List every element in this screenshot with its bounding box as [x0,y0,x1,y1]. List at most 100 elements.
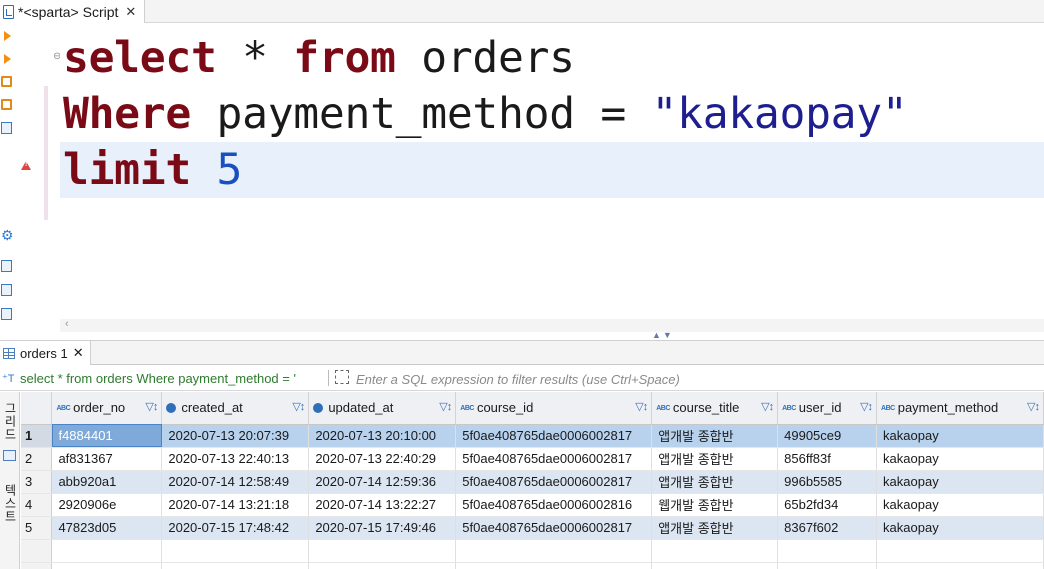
table-cell[interactable]: 2020-07-13 20:07:39 [161,424,310,448]
column-header[interactable]: ABC order_no ▽↕ [51,392,163,425]
filter-sort-icon[interactable]: ▽↕ [292,400,305,413]
scroll-left-icon[interactable]: ‹ [65,318,69,330]
empty-cell [651,562,779,569]
table-cell[interactable]: 5f0ae408765dae0006002816 [455,493,653,517]
execute-statement-new-tab-icon[interactable] [1,53,14,66]
empty-cell [161,539,310,563]
table-cell[interactable]: kakaopay [876,516,1044,540]
table-cell[interactable]: kakaopay [876,424,1044,448]
sql-script-icon [3,4,14,19]
gear-icon[interactable]: ⚙ [1,228,14,242]
executed-query-text[interactable]: select * from orders Where payment_metho… [20,371,326,386]
row-number[interactable]: 1 [21,424,53,448]
row-number[interactable]: 5 [21,516,53,540]
table-cell[interactable]: 2020-07-14 13:22:27 [308,493,457,517]
row-number[interactable]: 2 [21,447,53,471]
table-cell[interactable]: 2020-07-15 17:48:42 [161,516,310,540]
close-icon[interactable]: ✕ [125,4,136,20]
filter-input[interactable] [356,372,1036,387]
number-literal: 5 [216,145,243,195]
table-cell[interactable]: 47823d05 [51,516,163,540]
horizontal-scrollbar[interactable]: ‹ [60,318,1044,332]
save-script-icon[interactable] [1,308,14,321]
table-row[interactable]: 4 2920906e 2020-07-14 13:21:18 2020-07-1… [21,493,1044,517]
results-table: ABC order_no ▽↕ created_at ▽↕ updated_at ▽↕ … [21,392,1044,569]
table-cell[interactable]: abb920a1 [51,470,163,494]
table-cell[interactable]: 5f0ae408765dae0006002817 [455,516,653,540]
filter-sort-icon[interactable]: ▽↕ [860,400,873,413]
table-cell[interactable]: 2020-07-14 13:21:18 [161,493,310,517]
table-cell[interactable]: 856ff83f [777,447,878,471]
table-cell[interactable]: f4884401 [51,424,163,448]
tab-results-orders[interactable]: orders 1 ✕ [0,341,91,365]
table-icon [3,347,15,359]
row-number[interactable]: 3 [21,470,53,494]
column-header[interactable]: updated_at ▽↕ [308,392,457,425]
abc-icon: ABC [881,405,895,413]
table-cell[interactable]: af831367 [51,447,163,471]
empty-row [21,562,1044,569]
table-cell[interactable]: 49905ce9 [777,424,878,448]
table-row[interactable]: 3 abb920a1 2020-07-14 12:58:49 2020-07-1… [21,470,1044,494]
table-cell[interactable]: 2020-07-14 12:58:49 [161,470,310,494]
table-cell[interactable]: 2020-07-13 20:10:00 [308,424,457,448]
table-cell[interactable]: 2020-07-14 12:59:36 [308,470,457,494]
table-cell[interactable]: 2020-07-13 22:40:13 [161,447,310,471]
table-row[interactable]: 1 f4884401 2020-07-13 20:07:39 2020-07-1… [21,424,1044,448]
table-cell[interactable]: kakaopay [876,470,1044,494]
table-cell[interactable]: 앱개발 종합반 [651,424,779,448]
column-header-label: created_at [181,400,243,416]
load-script-icon[interactable] [1,284,14,297]
column-header[interactable]: ABC course_title ▽↕ [651,392,779,425]
table-cell[interactable]: 2920906e [51,493,163,517]
execute-script-new-tabs-icon[interactable] [1,99,14,112]
table-cell[interactable]: 5f0ae408765dae0006002817 [455,424,653,448]
code-line-2: Where payment_method = "kakaopay" [63,86,908,142]
table-cell[interactable]: 8367f602 [777,516,878,540]
empty-cell [308,562,457,569]
column-header[interactable]: ABC user_id ▽↕ [777,392,878,425]
sql-editor[interactable]: select * from orders Where payment_metho… [60,24,1044,320]
header-row: ABC order_no ▽↕ created_at ▽↕ updated_at ▽↕ … [21,392,1044,425]
column-header[interactable]: ABC payment_method ▽↕ [876,392,1044,425]
table-row[interactable]: 5 47823d05 2020-07-15 17:48:42 2020-07-1… [21,516,1044,540]
table-cell[interactable]: 앱개발 종합반 [651,470,779,494]
column-header[interactable]: ABC course_id ▽↕ [455,392,653,425]
table-cell[interactable]: 65b2fd34 [777,493,878,517]
column-header[interactable]: created_at ▽↕ [161,392,310,425]
filter-sort-icon[interactable]: ▽↕ [439,400,452,413]
explain-plan-icon[interactable] [1,122,14,135]
table-cell[interactable]: 웹개발 종합반 [651,493,779,517]
string-literal: "kakaopay" [651,89,908,139]
table-cell[interactable]: 앱개발 종합반 [651,516,779,540]
clock-icon [166,403,177,414]
execute-statement-icon[interactable] [1,30,14,43]
empty-row [21,539,1044,563]
table-cell[interactable]: kakaopay [876,493,1044,517]
export-icon[interactable] [1,260,14,273]
filter-sort-icon[interactable]: ▽↕ [761,400,774,413]
table-cell[interactable]: 2020-07-15 17:49:46 [308,516,457,540]
table-row[interactable]: 2 af831367 2020-07-13 22:40:13 2020-07-1… [21,447,1044,471]
row-number[interactable]: 4 [21,493,53,517]
filter-sort-icon[interactable]: ▽↕ [635,400,648,413]
expand-filter-icon[interactable] [335,370,349,384]
execute-script-icon[interactable] [1,76,14,89]
table-cell[interactable]: 5f0ae408765dae0006002817 [455,470,653,494]
table-cell[interactable]: 앱개발 종합반 [651,447,779,471]
table-cell[interactable]: 5f0ae408765dae0006002817 [455,447,653,471]
filter-sort-icon[interactable]: ▽↕ [145,400,158,413]
empty-cell [876,539,1044,563]
close-icon[interactable]: ✕ [73,345,84,361]
table-cell[interactable]: 2020-07-13 22:40:29 [308,447,457,471]
filter-sort-icon[interactable]: ▽↕ [1027,400,1040,413]
grid-view-toggle[interactable]: 그리드 [2,402,19,441]
tab-script[interactable]: *<sparta> Script ✕ [0,0,146,23]
text-view-toggle[interactable]: 텍스트 [2,484,19,523]
grid-view-icon[interactable] [3,450,16,461]
empty-cell [876,562,1044,569]
splitter-arrows-icon[interactable]: ▲▼ [652,330,674,340]
table-cell[interactable]: 996b5585 [777,470,878,494]
table-cell[interactable]: kakaopay [876,447,1044,471]
results-grid[interactable]: ABC order_no ▽↕ created_at ▽↕ updated_at ▽↕ … [21,392,1044,569]
